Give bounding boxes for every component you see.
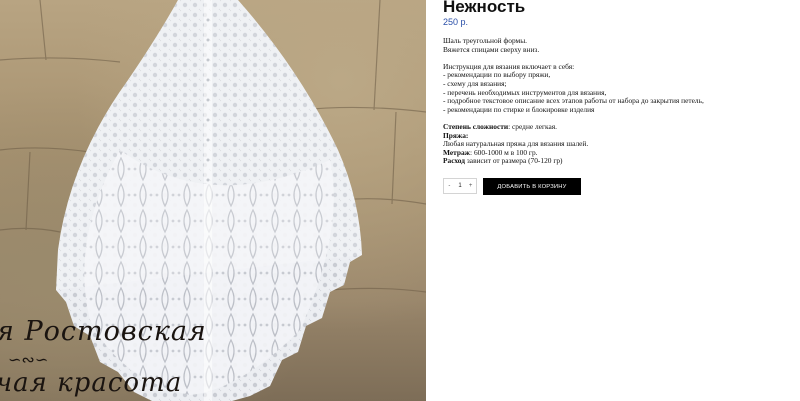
- watermark-text: чая красота: [0, 368, 183, 398]
- add-to-cart-button[interactable]: ДОБАВИТЬ В КОРЗИНУ: [483, 178, 581, 195]
- quantity-stepper[interactable]: - 1 +: [443, 178, 477, 194]
- difficulty-value: : средне легкая.: [508, 121, 558, 131]
- difficulty-label: Степень сложности: [443, 121, 509, 131]
- product-price: 250 р.: [443, 17, 469, 27]
- product-title: Нежность: [443, 0, 526, 16]
- consumption-value: зависит от размера (70-120 гр): [465, 156, 563, 166]
- watermark-text: я Ростовская: [0, 316, 207, 347]
- watermark-ornament: ∽∾∽: [8, 352, 49, 369]
- product-photo[interactable]: я Ростовская ∽∾∽ чая красота: [0, 0, 426, 401]
- product-description: Шаль треугольной формы. Вяжется спицами …: [443, 36, 788, 166]
- quantity-increase-button[interactable]: +: [465, 183, 476, 189]
- description-line: Вяжется спицами сверху вниз.: [443, 44, 540, 54]
- consumption-row: Расход зависит от размера (70-120 гр): [443, 157, 788, 166]
- quantity-decrease-button[interactable]: -: [444, 183, 455, 189]
- consumption-label: Расход: [443, 156, 466, 166]
- difficulty-row: Степень сложности: средне легкая.: [443, 121, 788, 132]
- quantity-value[interactable]: 1: [455, 183, 466, 189]
- includes-item: - рекомендации по стирке и блокировке из…: [443, 104, 595, 114]
